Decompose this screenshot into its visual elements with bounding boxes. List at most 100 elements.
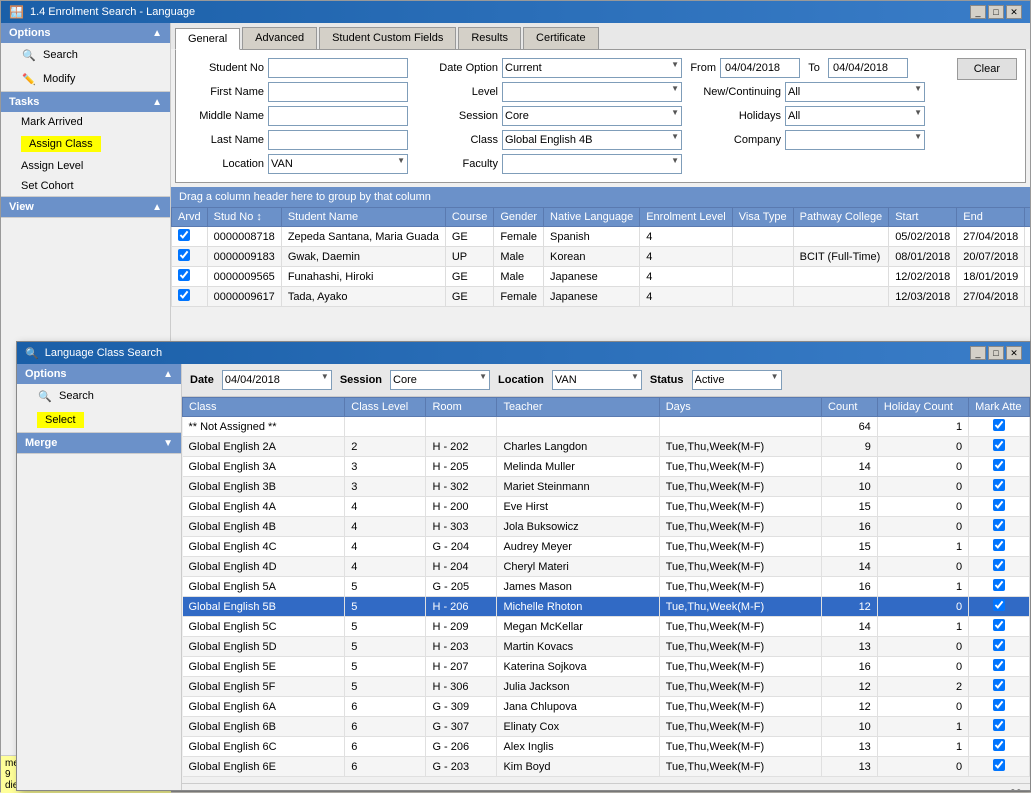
holidays-select[interactable]: All (785, 106, 925, 126)
level-select[interactable] (502, 82, 682, 102)
sidebar-item-search[interactable]: 🔍 Search (1, 43, 170, 67)
options-header[interactable]: Options ▲ (1, 23, 170, 43)
class-table-row[interactable]: Global English 4B 4 H - 303 Jola Buksowi… (183, 517, 1030, 537)
cell-arvd[interactable] (172, 247, 208, 267)
clear-button[interactable]: Clear (957, 58, 1017, 80)
col-visa-type[interactable]: Visa Type (732, 208, 793, 227)
cell-mark-atte[interactable] (969, 597, 1030, 617)
mark-atte-checkbox[interactable] (993, 679, 1005, 691)
arvd-checkbox[interactable] (178, 229, 190, 241)
class-table-row[interactable]: Global English 4A 4 H - 200 Eve Hirst Tu… (183, 497, 1030, 517)
col-stud-no[interactable]: Stud No ↕ (207, 208, 281, 227)
tasks-header[interactable]: Tasks ▲ (1, 92, 170, 112)
col-student-name[interactable]: Student Name (281, 208, 445, 227)
cell-mark-atte[interactable] (969, 457, 1030, 477)
class-col-mark-atte[interactable]: Mark Atte (969, 398, 1030, 417)
mark-atte-checkbox[interactable] (993, 639, 1005, 651)
dialog-merge-header[interactable]: Merge ▼ (17, 433, 181, 453)
cell-mark-atte[interactable] (969, 717, 1030, 737)
dialog-location-select[interactable]: VAN (552, 370, 642, 390)
tab-advanced[interactable]: Advanced (242, 27, 317, 49)
mark-atte-checkbox[interactable] (993, 759, 1005, 771)
dialog-date-select[interactable]: 04/04/2018 (222, 370, 332, 390)
table-row[interactable]: 0000009565 Funahashi, Hiroki GE Male Jap… (172, 267, 1031, 287)
col-enrolment-level[interactable]: Enrolment Level (640, 208, 733, 227)
sidebar-item-set-cohort[interactable]: Set Cohort (1, 176, 170, 196)
class-table-row[interactable]: Global English 6C 6 G - 206 Alex Inglis … (183, 737, 1030, 757)
class-table-row[interactable]: Global English 3B 3 H - 302 Mariet Stein… (183, 477, 1030, 497)
cell-mark-atte[interactable] (969, 577, 1030, 597)
table-row[interactable]: 0000009617 Tada, Ayako GE Female Japanes… (172, 287, 1031, 307)
col-arvd[interactable]: Arvd (172, 208, 208, 227)
class-table-row[interactable]: Global English 5C 5 H - 209 Megan McKell… (183, 617, 1030, 637)
maximize-button[interactable]: □ (988, 5, 1004, 19)
middle-name-input[interactable] (268, 106, 408, 126)
dialog-status-select[interactable]: Active (692, 370, 782, 390)
class-select[interactable]: Global English 4B (502, 130, 682, 150)
tab-certificate[interactable]: Certificate (523, 27, 599, 49)
class-table-row[interactable]: ** Not Assigned ** 64 1 (183, 417, 1030, 437)
close-button[interactable]: ✕ (1006, 5, 1022, 19)
class-col-count[interactable]: Count (822, 398, 878, 417)
dialog-maximize-button[interactable]: □ (988, 346, 1004, 360)
dialog-sidebar-item-search[interactable]: 🔍 Search (17, 384, 181, 408)
cell-mark-atte[interactable] (969, 657, 1030, 677)
mark-atte-checkbox[interactable] (993, 719, 1005, 731)
table-row[interactable]: 0000009183 Gwak, Daemin UP Male Korean 4… (172, 247, 1031, 267)
tab-student-custom-fields[interactable]: Student Custom Fields (319, 27, 456, 49)
from-input[interactable] (720, 58, 800, 78)
class-table-row[interactable]: Global English 6E 6 G - 203 Kim Boyd Tue… (183, 757, 1030, 777)
mark-atte-checkbox[interactable] (993, 479, 1005, 491)
class-table-row[interactable]: Global English 6A 6 G - 309 Jana Chlupov… (183, 697, 1030, 717)
location-select[interactable]: VAN (268, 154, 408, 174)
mark-atte-checkbox[interactable] (993, 559, 1005, 571)
minimize-button[interactable]: _ (970, 5, 986, 19)
dialog-sidebar-item-select[interactable]: Select (17, 408, 181, 432)
mark-atte-checkbox[interactable] (993, 499, 1005, 511)
cell-mark-atte[interactable] (969, 677, 1030, 697)
cell-mark-atte[interactable] (969, 517, 1030, 537)
mark-atte-checkbox[interactable] (993, 459, 1005, 471)
arvd-checkbox[interactable] (178, 289, 190, 301)
mark-atte-checkbox[interactable] (993, 439, 1005, 451)
sidebar-item-assign-level[interactable]: Assign Level (1, 156, 170, 176)
tab-results[interactable]: Results (458, 27, 521, 49)
cell-mark-atte[interactable] (969, 497, 1030, 517)
mark-atte-checkbox[interactable] (993, 519, 1005, 531)
col-pathway-college[interactable]: Pathway College (793, 208, 889, 227)
mark-atte-checkbox[interactable] (993, 579, 1005, 591)
cell-arvd[interactable] (172, 267, 208, 287)
class-table-row[interactable]: Global English 3A 3 H - 205 Melinda Mull… (183, 457, 1030, 477)
class-table-row[interactable]: Global English 5D 5 H - 203 Martin Kovac… (183, 637, 1030, 657)
new-continuing-select[interactable]: All (785, 82, 925, 102)
mark-atte-checkbox[interactable] (993, 419, 1005, 431)
class-col-room[interactable]: Room (426, 398, 497, 417)
class-table-wrapper[interactable]: Class Class Level Room Teacher Days Coun… (182, 397, 1030, 783)
class-col-level[interactable]: Class Level (345, 398, 426, 417)
mark-atte-checkbox[interactable] (993, 699, 1005, 711)
mark-atte-checkbox[interactable] (993, 539, 1005, 551)
company-select[interactable] (785, 130, 925, 150)
session-select[interactable]: Core (502, 106, 682, 126)
student-no-input[interactable] (268, 58, 408, 78)
class-table-row[interactable]: Global English 5E 5 H - 207 Katerina Soj… (183, 657, 1030, 677)
dialog-minimize-button[interactable]: _ (970, 346, 986, 360)
class-table-row[interactable]: Global English 6B 6 G - 307 Elinaty Cox … (183, 717, 1030, 737)
class-col-teacher[interactable]: Teacher (497, 398, 659, 417)
main-table-wrapper[interactable]: Arvd Stud No ↕ Student Name Course Gende… (171, 207, 1030, 307)
cell-mark-atte[interactable] (969, 637, 1030, 657)
cell-mark-atte[interactable] (969, 737, 1030, 757)
col-native-language[interactable]: Native Language (544, 208, 640, 227)
class-col-class[interactable]: Class (183, 398, 345, 417)
mark-atte-checkbox[interactable] (993, 659, 1005, 671)
cell-arvd[interactable] (172, 227, 208, 247)
class-table-row[interactable]: Global English 5B 5 H - 206 Michelle Rho… (183, 597, 1030, 617)
view-header[interactable]: View ▲ (1, 197, 170, 217)
dialog-session-select[interactable]: Core (390, 370, 490, 390)
mark-atte-checkbox[interactable] (993, 619, 1005, 631)
sidebar-item-modify[interactable]: ✏️ Modify (1, 67, 170, 91)
cell-mark-atte[interactable] (969, 697, 1030, 717)
first-name-input[interactable] (268, 82, 408, 102)
tab-general[interactable]: General (175, 28, 240, 50)
cell-mark-atte[interactable] (969, 617, 1030, 637)
